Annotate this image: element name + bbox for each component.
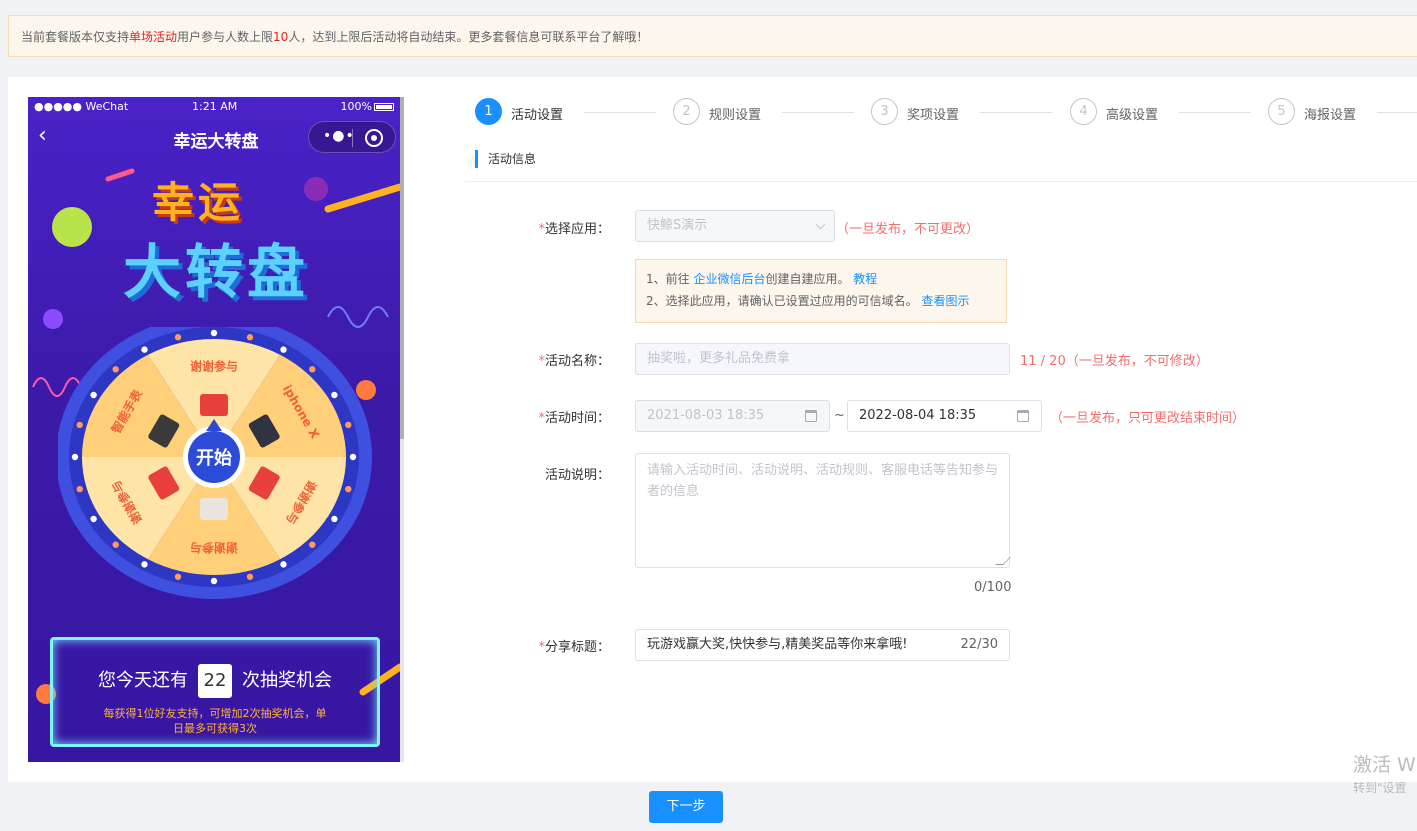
section-title: 活动信息 — [475, 150, 536, 168]
rim-light — [210, 329, 218, 337]
share-label: *分享标题： — [538, 640, 610, 655]
rim-light — [280, 561, 287, 568]
desc-label: 活动说明： — [544, 468, 610, 483]
wechat-capsule[interactable]: •●• — [308, 121, 396, 153]
rim-light — [141, 346, 148, 353]
rim-light — [76, 421, 83, 429]
start-label: 开始 — [196, 447, 232, 469]
activation-watermark-sub: 转到"设置 — [1353, 781, 1407, 795]
steps-bar: 1 活动设置 2 规则设置 3 奖项设置 4 高级设置 5 海报设置 — [475, 98, 1417, 128]
rim-light — [174, 573, 182, 580]
battery-indicator: 100% — [341, 100, 394, 113]
name-label: *活动名称： — [538, 354, 610, 369]
activity-description-textarea[interactable]: 请输入活动时间、活动说明、活动规则、客服电话等告知参与者的信息 — [635, 453, 1011, 568]
resize-handle-icon[interactable] — [995, 557, 1011, 565]
activity-name-input[interactable]: 抽奖啦，更多礼品免费拿 — [635, 343, 1010, 375]
rim-light — [246, 573, 254, 580]
rim-light — [90, 515, 97, 523]
phone-preview: ●●●●● WeChat 1:21 AM 100% ‹ 幸运大转盘 •●• 幸运… — [28, 97, 404, 762]
chevron-down-icon — [815, 219, 826, 230]
preview-navbar: ‹ 幸运大转盘 •●• — [28, 119, 404, 155]
wework-admin-link[interactable]: 企业微信后台 — [693, 272, 765, 286]
time-separator: ~ — [834, 408, 845, 423]
prize-gift-icon — [200, 394, 228, 416]
share-title-input[interactable]: 玩游戏赢大奖,快快参与,精美奖品等你来拿哦! 22/30 — [635, 629, 1010, 661]
wheel-prize-label: 谢谢参与 — [190, 359, 238, 374]
rim-light — [280, 346, 287, 353]
carrier-label: ●●●●● WeChat — [34, 100, 129, 113]
app-label: *选择应用： — [538, 222, 610, 237]
decor-ball — [43, 309, 63, 329]
logo-line-1: 幸运 — [151, 178, 244, 227]
rim-light — [174, 334, 182, 341]
activation-watermark: 激活 W — [1353, 754, 1416, 776]
wheel-prize-label: 谢谢参与 — [190, 541, 238, 556]
status-bar: ●●●●● WeChat 1:21 AM 100% — [28, 97, 404, 117]
calendar-icon — [1017, 410, 1029, 422]
battery-icon — [374, 103, 394, 111]
close-target-icon[interactable] — [365, 129, 383, 147]
rim-light — [76, 485, 83, 493]
rim-light — [141, 561, 148, 568]
calendar-icon — [805, 410, 817, 422]
rim-light — [345, 485, 352, 493]
rim-light — [345, 421, 352, 429]
rim-light — [112, 541, 119, 548]
app-tips: 1、前往 企业微信后台创建自建应用。 教程 2、选择此应用，请确认已设置过应用的… — [635, 259, 1007, 323]
scrollbar-thumb[interactable] — [400, 97, 404, 439]
rim-light — [331, 391, 338, 399]
preview-scrollbar[interactable] — [400, 97, 404, 762]
rim-light — [246, 334, 254, 341]
end-time-input[interactable]: 2022-08-04 18:35 — [847, 400, 1042, 432]
chances-tip: 每获得1位好友支持，可增加2次抽奖机会，单日最多可获得3次 — [103, 707, 327, 735]
rim-light — [112, 366, 119, 373]
share-counter: 22/30 — [960, 637, 998, 652]
desc-counter: 0/100 — [974, 580, 1012, 595]
app-hint: （一旦发布，不可更改） — [836, 222, 980, 237]
rim-light — [349, 453, 357, 461]
name-hint: 11 / 20（一旦发布，不可修改） — [1020, 354, 1209, 369]
rim-light — [331, 515, 338, 523]
time-hint: （一旦发布，只可更改结束时间） — [1050, 411, 1246, 426]
rim-light — [71, 453, 79, 461]
decor-wave — [327, 306, 389, 328]
rim-light — [309, 366, 316, 373]
more-dots-icon[interactable]: •●• — [323, 128, 355, 144]
logo-line-2: 大转盘 — [122, 238, 309, 306]
plan-limit-notice: 当前套餐版本仅支持单场活动用户参与人数上限10人，达到上限后活动将自动结束。更多… — [8, 15, 1417, 57]
start-time-input[interactable]: 2021-08-03 18:35 — [635, 400, 830, 432]
clock-label: 1:21 AM — [192, 100, 238, 113]
view-diagram-link[interactable]: 查看图示 — [921, 294, 969, 308]
tutorial-link[interactable]: 教程 — [853, 272, 877, 286]
time-label: *活动时间： — [538, 411, 610, 426]
wheel-graphic: 谢谢参与iphone X谢谢参与谢谢参与谢谢参与智能手表 开始 — [56, 315, 372, 599]
chances-box: 您今天还有 22 次抽奖机会 每获得1位好友支持，可增加2次抽奖机会，单日最多可获得… — [50, 637, 380, 747]
rim-light — [309, 541, 316, 548]
next-step-button[interactable]: 下一步 — [649, 791, 723, 823]
app-select[interactable]: 快鲸S演示 — [635, 210, 835, 242]
lucky-wheel: 谢谢参与 iphone X 谢谢参与 谢谢参与 谢谢参与 智能手表 开始 — [56, 315, 378, 617]
rim-light — [210, 577, 218, 585]
prize-gift-icon — [200, 498, 228, 520]
rim-light — [90, 391, 97, 399]
chances-count: 22 — [198, 664, 232, 698]
section-divider — [465, 181, 1417, 182]
